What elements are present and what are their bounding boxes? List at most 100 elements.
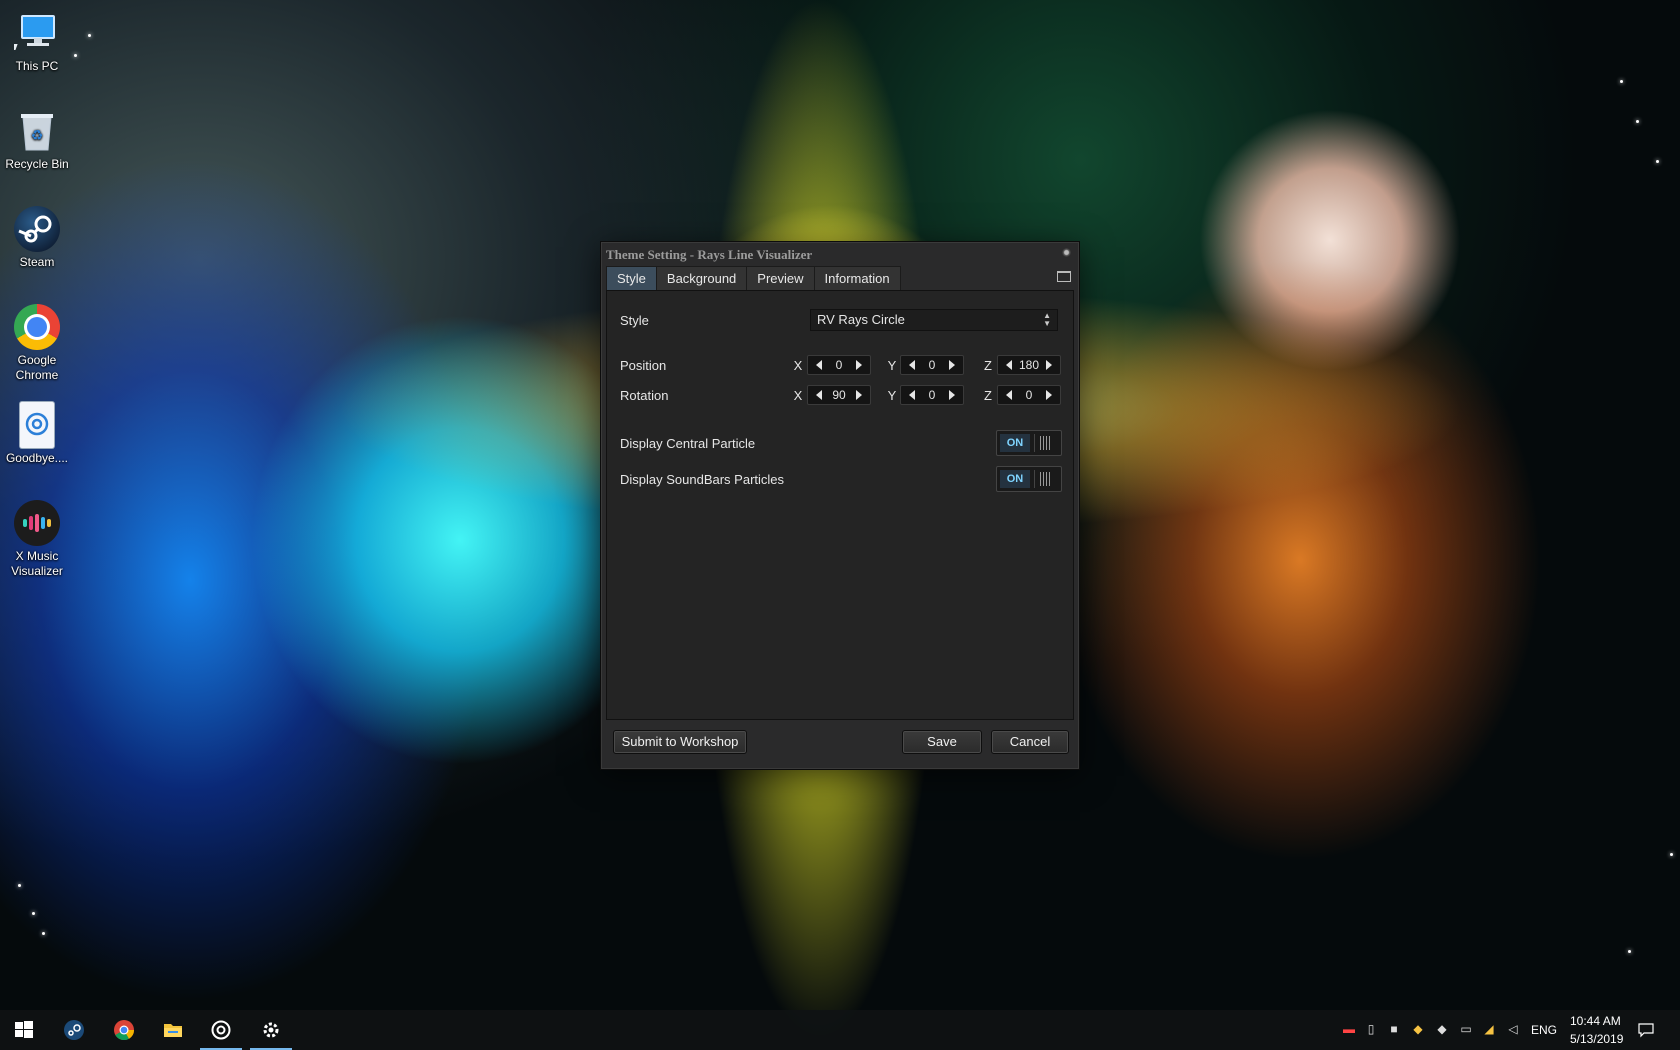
cancel-button[interactable]: Cancel — [991, 730, 1069, 754]
tray-app-icon[interactable]: ▬ — [1342, 1022, 1356, 1036]
dialog-titlebar[interactable]: Theme Setting - Rays Line Visualizer — [601, 242, 1079, 266]
desktop-icon-label: Recycle Bin — [5, 157, 69, 171]
arrow-right-icon[interactable] — [856, 390, 862, 400]
rotation-x-label: X — [793, 388, 803, 403]
tab-style[interactable]: Style — [606, 266, 657, 291]
arrow-right-icon[interactable] — [1046, 390, 1052, 400]
star-decoration — [42, 932, 45, 935]
rotation-y-label: Y — [887, 388, 897, 403]
toggle-grip-icon — [1034, 470, 1057, 488]
steam-icon — [64, 1020, 84, 1040]
save-button[interactable]: Save — [902, 730, 982, 754]
close-icon[interactable] — [1062, 248, 1071, 257]
chrome-icon — [14, 304, 60, 350]
start-button[interactable] — [0, 1010, 48, 1050]
rotation-z-label: Z — [984, 388, 992, 403]
soundbars-particles-toggle[interactable]: ON — [996, 466, 1062, 492]
volume-icon[interactable]: ◁ — [1506, 1022, 1520, 1036]
toggle-state: ON — [1000, 434, 1030, 452]
recycle-bin-icon: ♻ — [14, 108, 60, 154]
central-particle-toggle[interactable]: ON — [996, 430, 1062, 456]
visualizer-icon — [211, 1020, 231, 1040]
security-shield-icon[interactable]: ◆ — [1411, 1022, 1425, 1036]
star-decoration — [1656, 160, 1659, 163]
star-decoration — [1636, 120, 1639, 123]
arrow-left-icon[interactable] — [816, 390, 822, 400]
position-x-label: X — [793, 358, 803, 373]
desktop-icon-label: Google Chrome — [15, 353, 59, 382]
desktop-icon-x-music-visualizer[interactable]: X Music Visualizer — [4, 492, 70, 579]
rotation-y-stepper[interactable]: 0 — [900, 385, 964, 405]
clock-time[interactable]: 10:44 AM — [1570, 1014, 1621, 1028]
start-icon — [15, 1021, 33, 1038]
wifi-icon[interactable]: ◢ — [1482, 1022, 1496, 1036]
rotation-z-value[interactable]: 0 — [1014, 387, 1044, 403]
toggle-state: ON — [1000, 470, 1030, 488]
desktop-icon-label: This PC — [15, 59, 59, 73]
position-label: Position — [620, 358, 667, 373]
action-center-icon[interactable] — [1638, 1022, 1654, 1038]
taskbar-steam[interactable] — [50, 1010, 98, 1050]
star-decoration — [1628, 950, 1631, 953]
style-panel: Style RV Rays Circle ▲ ▼ Position X 0 Y 0… — [606, 290, 1074, 720]
folder-icon[interactable] — [1057, 271, 1071, 282]
usb-icon[interactable]: ▯ — [1364, 1022, 1378, 1036]
position-z-value[interactable]: 180 — [1014, 357, 1044, 373]
file-explorer-icon — [164, 1024, 182, 1037]
desktop-icon-this-pc[interactable]: This PC — [1, 2, 70, 74]
desktop-icon-label: X Music Visualizer — [11, 549, 63, 578]
position-x-stepper[interactable]: 0 — [807, 355, 871, 375]
taskbar-chrome[interactable] — [100, 1010, 148, 1050]
clock-date[interactable]: 5/13/2019 — [1570, 1032, 1623, 1046]
position-z-stepper[interactable]: 180 — [997, 355, 1061, 375]
desktop-icon-steam[interactable]: Steam — [4, 198, 70, 270]
desktop-icon-recycle-bin[interactable]: ♻ Recycle Bin — [4, 100, 70, 172]
tab-preview[interactable]: Preview — [746, 266, 815, 291]
theme-setting-dialog: Theme Setting - Rays Line Visualizer Sty… — [600, 241, 1080, 770]
toggle-grip-icon — [1034, 434, 1057, 452]
style-select[interactable]: RV Rays Circle ▲ ▼ — [810, 309, 1058, 331]
arrow-left-icon[interactable] — [909, 360, 915, 370]
arrow-left-icon[interactable] — [816, 360, 822, 370]
star-decoration — [74, 54, 77, 57]
taskbar-file-explorer[interactable] — [149, 1010, 197, 1050]
position-x-value[interactable]: 0 — [824, 357, 854, 373]
arrow-left-icon[interactable] — [1006, 360, 1012, 370]
rotation-z-stepper[interactable]: 0 — [997, 385, 1061, 405]
star-decoration — [1670, 853, 1673, 856]
arrow-right-icon[interactable] — [949, 360, 955, 370]
updown-arrows-icon: ▲ ▼ — [1043, 311, 1051, 328]
arrow-right-icon[interactable] — [949, 390, 955, 400]
document-icon — [20, 402, 54, 448]
chrome-icon — [114, 1020, 134, 1040]
arrow-right-icon[interactable] — [856, 360, 862, 370]
tab-information[interactable]: Information — [813, 266, 901, 291]
submit-to-workshop-button[interactable]: Submit to Workshop — [613, 730, 747, 754]
star-decoration — [32, 912, 35, 915]
desktop-icon-label: Goodbye.... — [5, 451, 69, 465]
rotation-x-value[interactable]: 90 — [824, 387, 854, 403]
position-y-value[interactable]: 0 — [917, 357, 947, 373]
dialog-footer: Submit to Workshop Save Cancel — [601, 723, 1079, 769]
star-decoration — [88, 34, 91, 37]
battery-icon[interactable]: ▭ — [1459, 1022, 1473, 1036]
style-label: Style — [620, 313, 649, 328]
rotation-y-value[interactable]: 0 — [917, 387, 947, 403]
arrow-left-icon[interactable] — [909, 390, 915, 400]
desktop-icon-label: Steam — [19, 255, 55, 269]
language-indicator[interactable]: ENG — [1531, 1023, 1557, 1037]
desktop-icon-goodbye[interactable]: Goodbye.... — [4, 394, 70, 466]
taskbar-visualizer[interactable] — [197, 1010, 245, 1050]
tray-diamond-icon[interactable]: ◆ — [1435, 1022, 1449, 1036]
computer-icon — [1, 10, 60, 56]
rotation-x-stepper[interactable]: 90 — [807, 385, 871, 405]
position-y-stepper[interactable]: 0 — [900, 355, 964, 375]
arrow-left-icon[interactable] — [1006, 390, 1012, 400]
dialog-title: Theme Setting - Rays Line Visualizer — [606, 247, 813, 262]
desktop-icon-google-chrome[interactable]: Google Chrome — [4, 296, 70, 383]
taskbar-settings[interactable] — [247, 1010, 295, 1050]
central-particle-label: Display Central Particle — [620, 436, 756, 451]
display-icon[interactable]: ■ — [1387, 1022, 1401, 1036]
arrow-right-icon[interactable] — [1046, 360, 1052, 370]
tab-background[interactable]: Background — [655, 266, 748, 291]
